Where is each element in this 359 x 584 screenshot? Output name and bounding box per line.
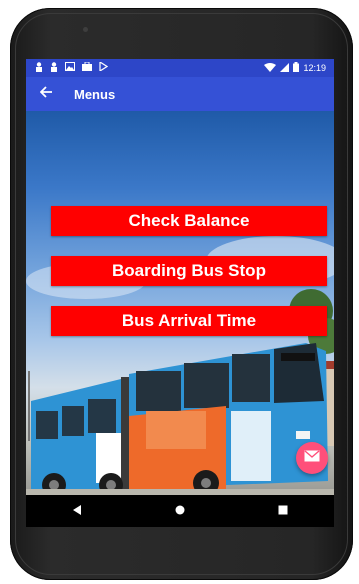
briefcase-icon xyxy=(82,61,92,74)
back-triangle-icon xyxy=(72,504,82,518)
nav-back-button[interactable] xyxy=(47,504,107,518)
app-toolbar: Menus xyxy=(26,77,334,111)
battery-icon xyxy=(293,62,300,74)
status-bar: 12:19 xyxy=(26,59,334,77)
signal-icon xyxy=(280,62,290,74)
recents-square-icon xyxy=(278,504,288,518)
bus-background-image xyxy=(26,236,334,495)
menu-content: Check Balance Boarding Bus Stop Bus Arri… xyxy=(26,111,334,495)
mail-icon xyxy=(304,449,320,467)
home-circle-icon xyxy=(175,504,185,518)
arrow-back-icon xyxy=(39,85,53,102)
wifi-icon xyxy=(264,62,277,74)
boarding-bus-stop-button[interactable]: Boarding Bus Stop xyxy=(51,256,327,286)
front-camera xyxy=(83,27,88,32)
mail-fab-button[interactable] xyxy=(296,442,328,474)
image-icon xyxy=(65,62,75,74)
system-nav-bar xyxy=(26,495,334,527)
check-balance-button[interactable]: Check Balance xyxy=(51,206,327,236)
play-icon xyxy=(99,60,109,74)
person-icon xyxy=(35,61,43,75)
status-time: 12:19 xyxy=(303,63,326,73)
nav-home-button[interactable] xyxy=(150,504,210,518)
toolbar-title: Menus xyxy=(74,86,116,102)
nav-recents-button[interactable] xyxy=(253,504,313,518)
back-button[interactable] xyxy=(26,85,66,103)
phone-screen: 12:19 Menus Check Balance Boarding Bus S… xyxy=(26,59,334,527)
person-icon xyxy=(50,61,58,75)
bus-arrival-time-button[interactable]: Bus Arrival Time xyxy=(51,306,327,336)
